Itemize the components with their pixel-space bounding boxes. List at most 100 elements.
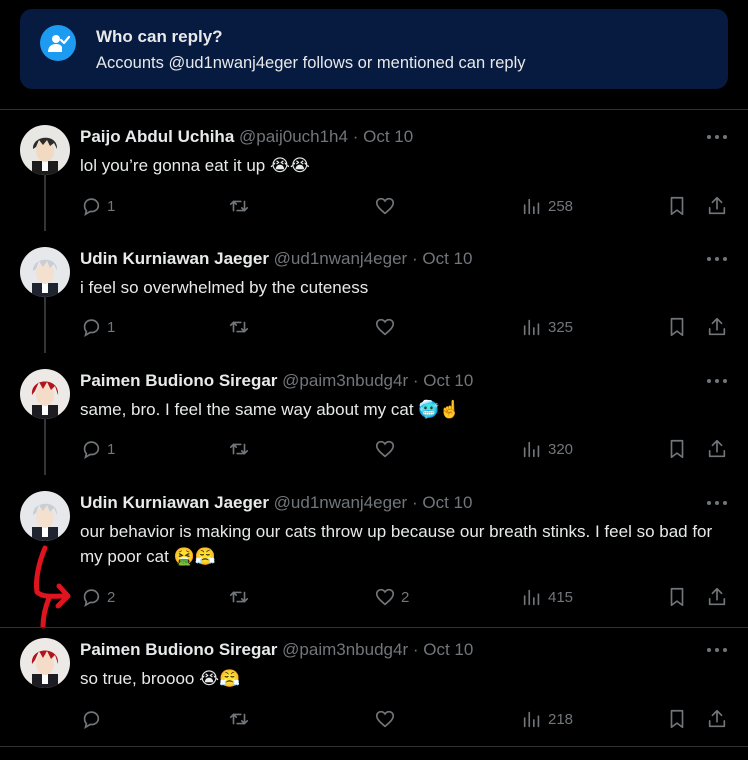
retweet-button[interactable] — [228, 708, 255, 730]
share-button[interactable] — [706, 316, 728, 338]
reply-icon — [83, 711, 100, 729]
divider — [0, 746, 748, 747]
views-icon — [523, 441, 540, 458]
author-name[interactable]: Paijo Abdul Uchiha — [80, 127, 234, 146]
reply-button[interactable]: 1 — [80, 316, 115, 338]
bookmark-button[interactable] — [666, 195, 688, 217]
tweet-text: lol you’re gonna eat it up 😭😭 — [80, 156, 310, 175]
author-name[interactable]: Udin Kurniawan Jaeger — [80, 493, 269, 512]
like-icon — [375, 197, 395, 215]
reply-count: 1 — [107, 440, 116, 458]
views-icon — [523, 589, 540, 606]
annotation-arrow — [34, 545, 71, 629]
like-button[interactable] — [374, 195, 401, 217]
like-button[interactable] — [374, 438, 401, 460]
reply-icon — [83, 198, 100, 216]
separator: · — [352, 127, 359, 146]
divider — [0, 109, 748, 110]
bookmark-button[interactable] — [666, 586, 688, 608]
author-name[interactable]: Paimen Budiono Siregar — [80, 640, 277, 659]
reply-icon — [83, 441, 100, 459]
thread-line — [44, 175, 46, 231]
avatar[interactable] — [20, 491, 70, 541]
like-icon — [375, 588, 395, 606]
banner-title: Who can reply? — [96, 27, 223, 46]
views-icon — [523, 711, 540, 728]
reply-restriction-banner: Who can reply? Accounts @ud1nwanj4eger f… — [20, 9, 728, 89]
views-button[interactable]: 258 — [521, 195, 573, 217]
bookmark-icon — [670, 317, 684, 337]
author-handle[interactable]: @paim3nbudg4r — [282, 640, 408, 659]
tweet-date[interactable]: Oct 10 — [422, 249, 472, 268]
author-name[interactable]: Paimen Budiono Siregar — [80, 371, 277, 390]
views-button[interactable]: 325 — [521, 316, 573, 338]
thread-line — [44, 419, 46, 475]
share-button[interactable] — [706, 438, 728, 460]
share-button[interactable] — [706, 195, 728, 217]
reply-button[interactable]: 1 — [80, 195, 115, 217]
views-button[interactable]: 218 — [521, 708, 573, 730]
like-button[interactable]: 2 — [374, 586, 409, 608]
retweet-button[interactable] — [228, 195, 255, 217]
tweet-date[interactable]: Oct 10 — [363, 127, 413, 146]
retweet-button[interactable] — [228, 316, 255, 338]
more-icon[interactable] — [706, 255, 728, 263]
retweet-icon — [229, 713, 249, 725]
tweet-date[interactable]: Oct 10 — [422, 493, 472, 512]
view-count: 258 — [548, 197, 574, 215]
views-icon — [523, 319, 540, 336]
reply-count: 2 — [107, 588, 116, 606]
avatar[interactable] — [20, 125, 70, 175]
retweet-icon — [229, 591, 249, 603]
more-icon[interactable] — [706, 499, 728, 507]
views-icon — [523, 198, 540, 215]
bookmark-icon — [670, 587, 684, 607]
bookmark-icon — [670, 439, 684, 459]
bookmark-icon — [670, 709, 684, 729]
thread-line — [44, 297, 46, 353]
avatar[interactable] — [20, 247, 70, 297]
author-handle[interactable]: @paim3nbudg4r — [282, 371, 408, 390]
bookmark-button[interactable] — [666, 438, 688, 460]
more-icon[interactable] — [706, 133, 728, 141]
reply-button[interactable]: 2 — [80, 586, 115, 608]
bookmark-button[interactable] — [666, 708, 688, 730]
divider — [0, 627, 748, 628]
retweet-icon — [229, 200, 249, 212]
retweet-button[interactable] — [228, 438, 255, 460]
retweet-icon — [229, 321, 249, 333]
tweet-text: i feel so overwhelmed by the cuteness — [80, 278, 369, 297]
views-button[interactable]: 320 — [521, 438, 573, 460]
tweet-date[interactable]: Oct 10 — [423, 371, 473, 390]
avatar[interactable] — [20, 638, 70, 688]
share-button[interactable] — [706, 708, 728, 730]
retweet-icon — [229, 443, 249, 455]
like-count: 2 — [401, 588, 410, 606]
tweet-text: same, bro. I feel the same way about my … — [80, 400, 461, 419]
tweet-date[interactable]: Oct 10 — [423, 640, 473, 659]
views-button[interactable]: 415 — [521, 586, 573, 608]
more-icon[interactable] — [706, 646, 728, 654]
like-icon — [375, 710, 395, 728]
like-icon — [375, 318, 395, 336]
banner-subtitle: Accounts @ud1nwanj4eger follows or menti… — [96, 54, 526, 72]
retweet-button[interactable] — [228, 586, 255, 608]
avatar[interactable] — [20, 369, 70, 419]
like-button[interactable] — [374, 708, 401, 730]
view-count: 415 — [548, 588, 574, 606]
person-check-icon — [40, 25, 76, 61]
author-name[interactable]: Udin Kurniawan Jaeger — [80, 249, 269, 268]
share-button[interactable] — [706, 586, 728, 608]
tweet-text: our behavior is making our cats throw up… — [80, 522, 713, 566]
like-button[interactable] — [374, 316, 401, 338]
reply-button[interactable] — [80, 708, 107, 730]
share-icon — [708, 317, 726, 336]
author-handle[interactable]: @paij0uch1h4 — [239, 127, 348, 146]
author-handle[interactable]: @ud1nwanj4eger — [274, 249, 408, 268]
share-icon — [708, 709, 726, 728]
reply-button[interactable]: 1 — [80, 438, 115, 460]
bookmark-button[interactable] — [666, 316, 688, 338]
separator: · — [412, 640, 419, 659]
more-icon[interactable] — [706, 377, 728, 385]
author-handle[interactable]: @ud1nwanj4eger — [274, 493, 408, 512]
